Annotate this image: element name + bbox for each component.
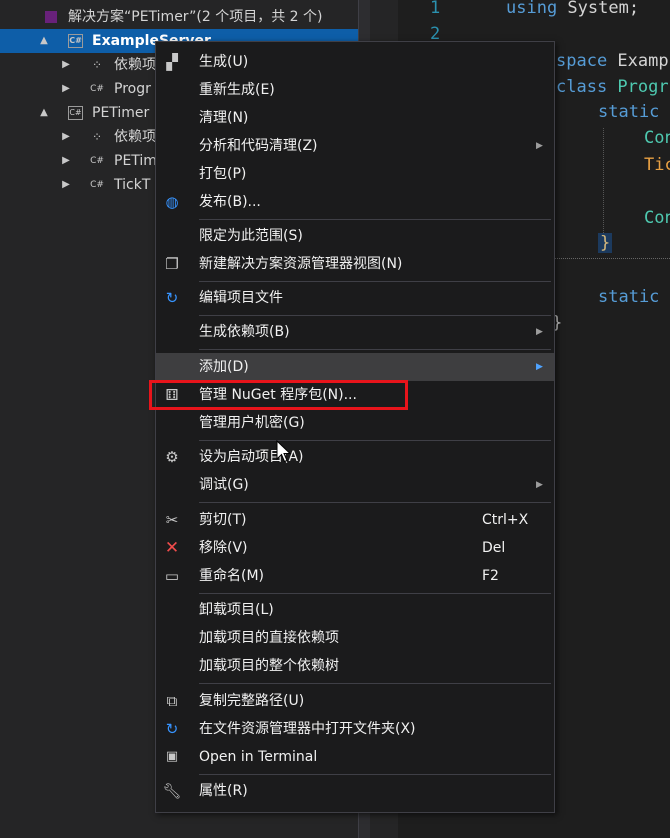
menu-separator — [199, 315, 551, 316]
menu-item-build-deps[interactable]: 生成依赖项(B) ▶ — [156, 318, 554, 346]
code-line: } — [598, 233, 613, 253]
menu-separator — [199, 774, 551, 775]
indent-guide — [603, 128, 604, 233]
submenu-arrow-icon: ▶ — [536, 141, 543, 151]
dependencies-icon: ⁘ — [91, 130, 103, 144]
shortcut-label: Ctrl+X — [482, 512, 529, 528]
menu-item-open-folder[interactable]: ↻ 在文件资源管理器中打开文件夹(X) — [156, 715, 554, 743]
menu-separator — [199, 502, 551, 503]
code-line: Con — [644, 208, 670, 228]
menu-item-user-secrets[interactable]: 管理用户机密(G) — [156, 409, 554, 437]
menu-separator — [199, 593, 551, 594]
menu-item-set-startup[interactable]: ⚙ 设为启动项目(A) — [156, 443, 554, 471]
menu-item-build[interactable]: ▞ 生成(U) — [156, 48, 554, 76]
menu-item-new-view[interactable]: ❐ 新建解决方案资源管理器视图(N) — [156, 250, 554, 278]
expand-arrow-icon[interactable]: ▶ — [60, 125, 72, 149]
csharp-project-icon: C# — [68, 106, 83, 120]
remove-x-icon: ✕ — [164, 538, 180, 558]
wrench-icon: 🔧︎ — [162, 782, 182, 800]
shortcut-label: Del — [482, 540, 506, 556]
tree-node-label: Progr — [114, 81, 151, 97]
submenu-arrow-icon: ▶ — [536, 327, 543, 337]
dependencies-icon: ⁘ — [91, 58, 103, 72]
code-line: class Progr — [556, 77, 669, 97]
terminal-icon: ▣ — [165, 749, 179, 764]
solution-label: 解决方案“PETimer”(2 个项目，共 2 个) — [68, 9, 323, 25]
menu-separator — [199, 219, 551, 220]
menu-separator — [199, 440, 551, 441]
tree-node-label: 依赖项 — [114, 129, 156, 145]
expand-arrow-icon[interactable]: ▶ — [60, 149, 72, 173]
menu-item-copy-path[interactable]: ⧉ 复制完整路径(U) — [156, 687, 554, 715]
expand-arrow-icon[interactable]: ▶ — [60, 53, 72, 77]
tree-node-label: PETimer — [92, 105, 150, 121]
code-line: Tic — [644, 155, 670, 175]
menu-separator — [199, 349, 551, 350]
code-line: space Examp — [556, 51, 669, 71]
menu-item-publish[interactable]: ◍ 发布(B)... — [156, 188, 554, 216]
expand-arrow-icon[interactable]: ▶ — [60, 77, 72, 101]
menu-item-scope[interactable]: 限定为此范围(S) — [156, 222, 554, 250]
menu-item-analyze[interactable]: 分析和代码清理(Z) ▶ — [156, 132, 554, 160]
csharp-file-icon: C# — [90, 84, 104, 94]
code-line: static — [598, 102, 660, 122]
menu-item-pack[interactable]: 打包(P) — [156, 160, 554, 188]
submenu-arrow-icon: ▶ — [536, 362, 543, 372]
build-icon: ▞ — [166, 53, 178, 71]
menu-item-clean[interactable]: 清理(N) — [156, 104, 554, 132]
rename-icon: ▭ — [164, 567, 180, 585]
scissors-icon: ✂ — [165, 511, 179, 529]
menu-item-unload[interactable]: 卸载项目(L) — [156, 596, 554, 624]
tree-node-label: TickT — [114, 177, 151, 193]
expand-arrow-icon[interactable]: ▶ — [60, 173, 72, 197]
menu-item-load-dep-tree[interactable]: 加载项目的整个依赖树 — [156, 652, 554, 680]
mouse-cursor-icon — [276, 440, 292, 463]
gear-icon: ⚙ — [165, 448, 179, 466]
code-line: using System; — [506, 0, 640, 18]
csharp-file-icon: C# — [90, 180, 104, 190]
collapse-arrow-icon[interactable]: ▲ — [38, 101, 50, 125]
csharp-project-icon: C# — [68, 34, 83, 48]
code-line: Con — [644, 128, 670, 148]
menu-item-rebuild[interactable]: 重新生成(E) — [156, 76, 554, 104]
tree-node-label: PETim — [114, 153, 157, 169]
code-line: static — [598, 287, 660, 307]
menu-item-open-terminal[interactable]: ▣ Open in Terminal — [156, 743, 554, 771]
submenu-arrow-icon: ▶ — [536, 480, 543, 490]
collapse-arrow-icon[interactable]: ▲ — [38, 29, 50, 53]
shortcut-label: F2 — [482, 568, 499, 584]
line-number: 1 — [430, 0, 441, 18]
menu-item-add[interactable]: 添加(D) ▶ — [156, 353, 554, 381]
menu-item-edit-project[interactable]: ↻ 编辑项目文件 — [156, 284, 554, 312]
open-folder-refresh-icon: ↻ — [165, 720, 179, 738]
solution-node[interactable]: 解决方案“PETimer”(2 个项目，共 2 个) — [0, 5, 358, 29]
highlight-annotation-box — [149, 380, 408, 410]
method-separator — [554, 258, 670, 260]
menu-item-remove[interactable]: ✕ 移除(V) Del — [156, 534, 554, 562]
refresh-edit-icon: ↻ — [165, 289, 179, 307]
solution-icon — [45, 11, 57, 23]
new-view-icon: ❐ — [165, 255, 179, 273]
tree-node-label: 依赖项 — [114, 57, 156, 73]
copy-icon: ⧉ — [166, 692, 178, 710]
menu-separator — [199, 281, 551, 282]
context-menu: ▞ 生成(U) 重新生成(E) 清理(N) 分析和代码清理(Z) ▶ 打包(P)… — [155, 41, 555, 813]
menu-item-rename[interactable]: ▭ 重命名(M) F2 — [156, 562, 554, 590]
menu-item-debug[interactable]: 调试(G) ▶ — [156, 471, 554, 499]
menu-item-properties[interactable]: 🔧︎ 属性(R) — [156, 777, 554, 805]
menu-item-load-direct-deps[interactable]: 加载项目的直接依赖项 — [156, 624, 554, 652]
csharp-file-icon: C# — [90, 156, 104, 166]
menu-separator — [199, 683, 551, 684]
menu-item-cut[interactable]: ✂ 剪切(T) Ctrl+X — [156, 506, 554, 534]
publish-globe-icon: ◍ — [165, 193, 179, 211]
